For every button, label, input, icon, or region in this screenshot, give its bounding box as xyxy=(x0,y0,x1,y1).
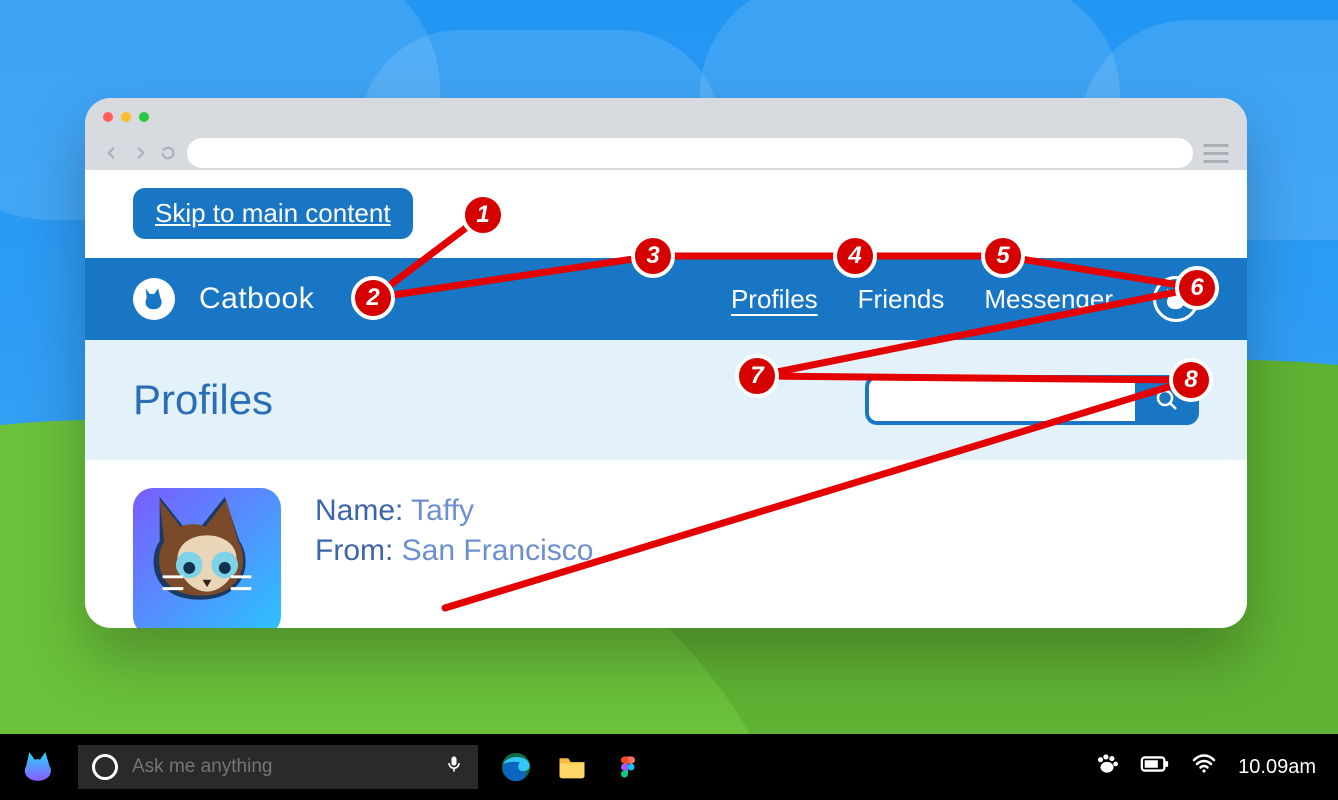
profile-search xyxy=(865,375,1199,425)
cat-face-icon xyxy=(1162,285,1190,313)
nav-messenger[interactable]: Messenger xyxy=(984,284,1113,315)
brand-logo-icon[interactable] xyxy=(133,278,175,320)
profile-picture[interactable] xyxy=(133,488,281,628)
close-icon[interactable] xyxy=(103,112,113,122)
from-label: From: xyxy=(315,534,393,567)
search-icon xyxy=(1155,388,1179,412)
nav-friends[interactable]: Friends xyxy=(858,284,945,315)
minimize-icon[interactable] xyxy=(121,112,131,122)
back-icon[interactable] xyxy=(103,144,121,162)
name-label: Name: xyxy=(315,494,403,527)
tray-battery-icon[interactable] xyxy=(1140,754,1170,780)
cat-avatar-icon xyxy=(133,488,281,628)
skip-to-main-link[interactable]: Skip to main content xyxy=(133,188,413,239)
from-value: San Francisco xyxy=(402,534,594,567)
tray-wifi-icon[interactable] xyxy=(1190,752,1218,782)
profile-details: Name: Taffy From: San Francisco xyxy=(315,488,593,568)
site-navbar: Catbook Profiles Friends Messenger xyxy=(85,258,1247,340)
browser-chrome xyxy=(85,98,1247,170)
cortana-icon xyxy=(92,754,118,780)
menu-icon[interactable] xyxy=(1203,144,1229,163)
cat-icon xyxy=(141,286,167,312)
nav-links: Profiles Friends Messenger xyxy=(731,276,1199,322)
folder-icon xyxy=(555,752,589,782)
account-avatar[interactable] xyxy=(1153,276,1199,322)
nav-profiles[interactable]: Profiles xyxy=(731,284,818,315)
search-button[interactable] xyxy=(1135,375,1199,425)
os-search-input[interactable] xyxy=(132,756,430,778)
os-search[interactable] xyxy=(78,745,478,789)
taskbar-app-edge[interactable] xyxy=(498,749,534,785)
window-controls[interactable] xyxy=(103,112,149,122)
start-cat-icon xyxy=(22,750,58,784)
edge-icon xyxy=(499,750,533,784)
name-value: Taffy xyxy=(411,494,474,527)
microphone-icon[interactable] xyxy=(444,754,464,780)
taskbar: 10.09am xyxy=(0,734,1338,800)
taskbar-app-files[interactable] xyxy=(554,749,590,785)
url-bar[interactable] xyxy=(187,138,1193,168)
page-title: Profiles xyxy=(133,376,273,424)
browser-window: Skip to main content Catbook Profiles Fr… xyxy=(85,98,1247,628)
tray-paw-icon[interactable] xyxy=(1094,751,1120,783)
brand-name[interactable]: Catbook xyxy=(199,282,314,316)
page-header: Profiles xyxy=(85,340,1247,460)
profile-card: Name: Taffy From: San Francisco xyxy=(133,488,593,628)
start-button[interactable] xyxy=(22,750,58,784)
figma-icon xyxy=(616,750,640,784)
taskbar-app-figma[interactable] xyxy=(610,749,646,785)
reload-icon[interactable] xyxy=(159,144,177,162)
tray-clock[interactable]: 10.09am xyxy=(1238,756,1316,779)
search-input[interactable] xyxy=(865,375,1135,425)
system-tray: 10.09am xyxy=(1094,751,1316,783)
forward-icon[interactable] xyxy=(131,144,149,162)
maximize-icon[interactable] xyxy=(139,112,149,122)
